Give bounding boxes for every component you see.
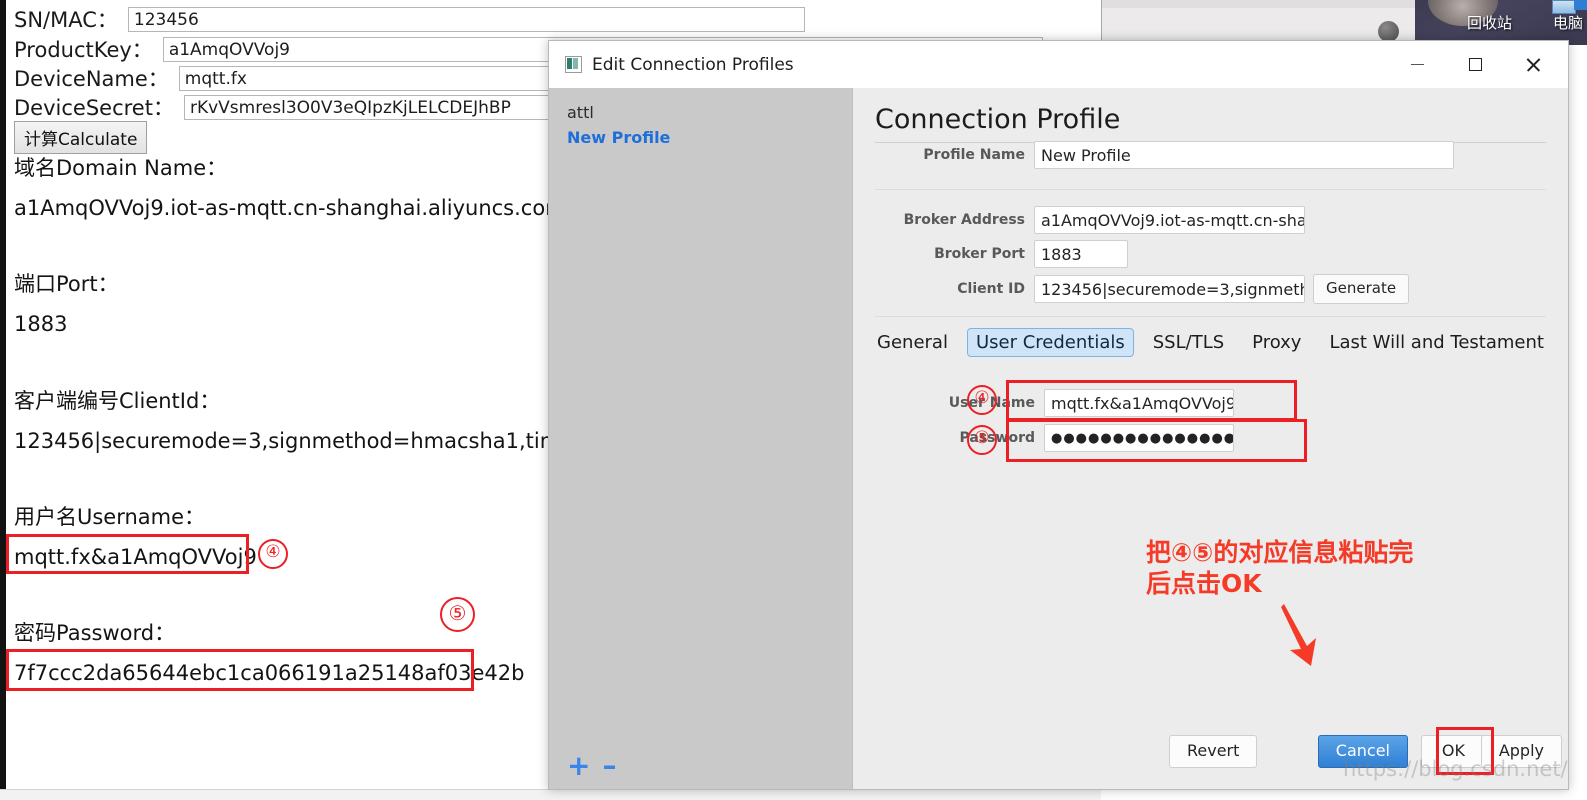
username-label: 用户名Username： [14, 505, 206, 529]
broker-port-input[interactable]: 1883 [1034, 240, 1128, 268]
remove-profile-icon[interactable]: – [602, 752, 616, 780]
tab-bar: General User Credentials SSL/TLS Proxy L… [853, 328, 1568, 357]
desktop-icon-label-computer[interactable]: 电脑 [1553, 12, 1583, 33]
revert-button[interactable]: Revert [1169, 735, 1258, 768]
left-panel-bottom-edge [0, 789, 1101, 800]
client-id-label: Client ID [957, 281, 1025, 297]
profile-list-pane: attl New Profile + – [549, 88, 853, 789]
watermark-text: https://blog.csdn.net/ [1343, 757, 1568, 781]
annotation-arrow-icon [1281, 604, 1316, 666]
client-id-label: 客户端编号ClientId： [14, 389, 221, 413]
annotation-marker-4-dialog: ④ [967, 385, 997, 415]
section-divider-1 [875, 189, 1546, 190]
password-value: 7f7ccc2da65644ebc1ca066191a25148af03e42b [14, 661, 525, 685]
annotation-marker-5-dialog: ⑤ [967, 425, 997, 455]
profile-list: attl New Profile [549, 88, 852, 743]
maximize-icon [1468, 58, 1482, 71]
client-id-value: 123456|securemode=3,signmethod=hmacsha1,… [14, 429, 626, 453]
domain-name-value: a1AmqOVVoj9.iot-as-mqtt.cn-shanghai.aliy… [14, 196, 566, 220]
minimize-icon [1410, 64, 1424, 65]
minimize-button[interactable] [1388, 41, 1446, 88]
profile-item-label: New Profile [567, 128, 671, 147]
tab-last-will-and-testament[interactable]: Last Will and Testament [1320, 328, 1552, 357]
tab-ssl-tls[interactable]: SSL/TLS [1144, 328, 1233, 357]
background-window-chrome [1101, 0, 1415, 45]
profile-name-label: Profile Name [923, 147, 1025, 163]
domain-name-label: 域名Domain Name： [14, 156, 228, 180]
port-label: 端口Port： [14, 272, 119, 296]
field-row-broker-address: Broker Address a1AmqOVVoj9.iot-as-mqtt.c… [853, 206, 1568, 234]
profile-name-input[interactable]: New Profile [1034, 141, 1454, 169]
dialog-titlebar[interactable]: Edit Connection Profiles [549, 41, 1568, 88]
list-item-selected[interactable]: New Profile [549, 125, 852, 150]
background-window-orb-icon [1378, 21, 1399, 42]
generate-button[interactable]: Generate [1313, 274, 1410, 304]
device-secret-label: DeviceSecret： [14, 96, 174, 120]
broker-address-input[interactable]: a1AmqOVVoj9.iot-as-mqtt.cn-shang [1034, 206, 1305, 234]
content-header: Connection Profile [875, 104, 1546, 143]
section-divider-2 [875, 316, 1546, 317]
annotation-box-dialog-password [1006, 419, 1307, 462]
annotation-marker-4-left: ④ [258, 539, 288, 569]
annotation-marker-5-left: ⑤ [440, 597, 475, 632]
client-id-input[interactable]: 123456|securemode=3,signmethod= [1034, 275, 1305, 303]
tab-user-credentials[interactable]: User Credentials [966, 328, 1134, 357]
close-button[interactable] [1504, 41, 1562, 88]
page-title: Connection Profile [875, 104, 1121, 135]
annotation-box-dialog-username [1006, 380, 1297, 421]
close-icon [1525, 56, 1542, 73]
field-row-client-id: Client ID 123456|securemode=3,signmethod… [853, 274, 1568, 304]
password-label: 密码Password： [14, 621, 176, 645]
annotation-note-text: 把④⑤的对应信息粘贴完 后点击OK [1146, 538, 1414, 599]
add-profile-icon[interactable]: + [567, 752, 590, 780]
dialog-title: Edit Connection Profiles [592, 54, 794, 75]
sn-mac-label: SN/MAC： [14, 8, 118, 32]
maximize-button[interactable] [1446, 41, 1504, 88]
desktop-icon-label-recycle-bin[interactable]: 回收站 [1467, 12, 1512, 33]
profile-item-label: attl [567, 103, 594, 122]
calculate-button[interactable]: 计算Calculate [14, 121, 148, 154]
profile-list-toolbar: + – [549, 743, 852, 789]
tab-proxy[interactable]: Proxy [1243, 328, 1310, 357]
broker-address-label: Broker Address [903, 212, 1025, 228]
broker-port-label: Broker Port [934, 246, 1025, 262]
field-row-profile-name: Profile Name New Profile [853, 141, 1568, 169]
field-row-sn-mac: SN/MAC： 123456 [14, 4, 805, 34]
device-name-label: DeviceName： [14, 67, 169, 91]
background-window-strip [1102, 0, 1415, 8]
list-item[interactable]: attl [549, 100, 852, 125]
taskbar-tile-icon[interactable] [1574, 0, 1587, 10]
product-key-label: ProductKey： [14, 38, 153, 62]
field-row-broker-port: Broker Port 1883 [853, 240, 1568, 268]
left-window-edge-inner [6, 0, 9, 800]
port-value: 1883 [14, 312, 68, 336]
username-value: mqtt.fx&a1AmqOVVoj9 [14, 545, 257, 569]
sn-mac-input[interactable]: 123456 [127, 6, 805, 32]
tab-general[interactable]: General [868, 328, 957, 357]
app-logo-icon [565, 56, 582, 73]
